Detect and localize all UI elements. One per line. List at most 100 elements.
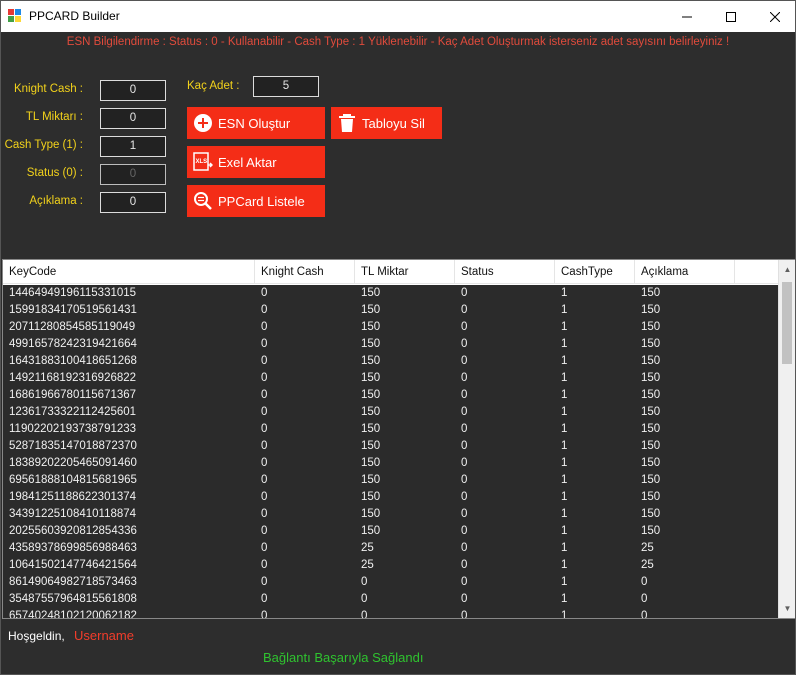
table-cell[interactable]: 1 bbox=[555, 319, 567, 336]
table-cell[interactable]: 1 bbox=[555, 404, 567, 421]
table-cell[interactable]: 1 bbox=[555, 353, 567, 370]
table-cell[interactable]: 20711280854585119049 bbox=[3, 319, 135, 336]
table-cell[interactable]: 0 bbox=[455, 302, 467, 319]
table-cell[interactable]: 1 bbox=[555, 455, 567, 472]
table-cell[interactable]: 0 bbox=[455, 557, 467, 574]
table-cell[interactable]: 0 bbox=[255, 438, 267, 455]
table-cell[interactable]: 0 bbox=[455, 336, 467, 353]
table-row[interactable]: 15991834170519561431 0 150 0 1 150 bbox=[3, 302, 779, 319]
column-header-status[interactable]: Status bbox=[455, 260, 555, 284]
table-cell[interactable]: 150 bbox=[635, 506, 660, 523]
minimize-button[interactable] bbox=[664, 1, 710, 32]
table-cell[interactable]: 0 bbox=[255, 387, 267, 404]
table-cell[interactable]: 0 bbox=[255, 319, 267, 336]
table-cell[interactable]: 1 bbox=[555, 574, 567, 591]
knight-cash-field[interactable]: 0 bbox=[100, 80, 166, 101]
table-cell[interactable]: 0 bbox=[355, 574, 367, 591]
table-cell[interactable]: 150 bbox=[355, 319, 380, 336]
table-cell[interactable]: 150 bbox=[635, 523, 660, 540]
table-cell[interactable]: 150 bbox=[355, 302, 380, 319]
ppcard-listele-button[interactable]: PPCard Listele bbox=[187, 185, 325, 217]
table-cell[interactable]: 19841251188622301374 bbox=[3, 489, 136, 506]
table-cell[interactable]: 150 bbox=[635, 336, 660, 353]
table-row[interactable]: 10641502147746421564 0 25 0 1 25 bbox=[3, 557, 779, 574]
table-cell[interactable]: 150 bbox=[355, 404, 380, 421]
kac-adet-field[interactable]: 5 bbox=[253, 76, 319, 97]
table-cell[interactable]: 1 bbox=[555, 608, 567, 618]
table-cell[interactable]: 0 bbox=[255, 455, 267, 472]
table-row[interactable]: 11902202193738791233 0 150 0 1 150 bbox=[3, 421, 779, 438]
table-cell[interactable]: 150 bbox=[355, 489, 380, 506]
table-cell[interactable]: 150 bbox=[355, 455, 380, 472]
table-cell[interactable]: 0 bbox=[635, 591, 647, 608]
close-button[interactable] bbox=[752, 1, 795, 32]
table-cell[interactable]: 150 bbox=[635, 455, 660, 472]
table-row[interactable]: 14464949196115331015 0 150 0 1 150 bbox=[3, 285, 779, 302]
table-row[interactable]: 43589378699856988463 0 25 0 1 25 bbox=[3, 540, 779, 557]
table-cell[interactable]: 25 bbox=[635, 540, 654, 557]
cash-type-field[interactable]: 1 bbox=[100, 136, 166, 157]
grid-vertical-scrollbar[interactable]: ▲ ▼ bbox=[778, 260, 795, 618]
table-cell[interactable]: 150 bbox=[635, 472, 660, 489]
table-cell[interactable]: 1 bbox=[555, 336, 567, 353]
table-row[interactable]: 19841251188622301374 0 150 0 1 150 bbox=[3, 489, 779, 506]
table-cell[interactable]: 0 bbox=[455, 438, 467, 455]
table-cell[interactable]: 150 bbox=[635, 370, 660, 387]
table-cell[interactable]: 16861966780115671367 bbox=[3, 387, 136, 404]
table-cell[interactable]: 0 bbox=[255, 472, 267, 489]
table-cell[interactable]: 150 bbox=[355, 387, 380, 404]
table-cell[interactable]: 0 bbox=[455, 506, 467, 523]
table-row[interactable]: 20255603920812854336 0 150 0 1 150 bbox=[3, 523, 779, 540]
table-cell[interactable]: 150 bbox=[355, 523, 380, 540]
table-row[interactable]: 16431883100418651268 0 150 0 1 150 bbox=[3, 353, 779, 370]
table-cell[interactable]: 35487557964815561808 bbox=[3, 591, 137, 608]
table-row[interactable]: 12361733322112425601 0 150 0 1 150 bbox=[3, 404, 779, 421]
table-cell[interactable]: 0 bbox=[255, 540, 267, 557]
table-row[interactable]: 86149064982718573463 0 0 0 1 0 bbox=[3, 574, 779, 591]
title-bar[interactable]: PPCARD Builder bbox=[1, 1, 795, 32]
scroll-down-arrow-icon[interactable]: ▼ bbox=[779, 600, 795, 617]
table-cell[interactable]: 0 bbox=[255, 506, 267, 523]
table-cell[interactable]: 16431883100418651268 bbox=[3, 353, 137, 370]
table-cell[interactable]: 150 bbox=[635, 387, 660, 404]
table-cell[interactable]: 0 bbox=[355, 591, 367, 608]
column-header-aciklama[interactable]: Açıklama bbox=[635, 260, 735, 284]
table-cell[interactable]: 49916578242319421664 bbox=[3, 336, 137, 353]
table-cell[interactable]: 0 bbox=[455, 540, 467, 557]
table-cell[interactable]: 0 bbox=[455, 523, 467, 540]
column-header-keycode[interactable]: KeyCode bbox=[3, 260, 255, 284]
table-cell[interactable]: 1 bbox=[555, 472, 567, 489]
table-cell[interactable]: 0 bbox=[255, 574, 267, 591]
table-cell[interactable]: 43589378699856988463 bbox=[3, 540, 137, 557]
table-cell[interactable]: 1 bbox=[555, 523, 567, 540]
table-cell[interactable]: 0 bbox=[455, 319, 467, 336]
table-cell[interactable]: 0 bbox=[455, 285, 467, 302]
table-cell[interactable]: 0 bbox=[635, 574, 647, 591]
table-cell[interactable]: 65740248102120062182 bbox=[3, 608, 137, 618]
table-row[interactable]: 35487557964815561808 0 0 0 1 0 bbox=[3, 591, 779, 608]
table-cell[interactable]: 25 bbox=[355, 557, 374, 574]
table-cell[interactable]: 0 bbox=[455, 591, 467, 608]
table-cell[interactable]: 1 bbox=[555, 506, 567, 523]
table-cell[interactable]: 12361733322112425601 bbox=[3, 404, 136, 421]
column-header-cashtype[interactable]: CashType bbox=[555, 260, 635, 284]
table-cell[interactable]: 10641502147746421564 bbox=[3, 557, 137, 574]
table-cell[interactable]: 14464949196115331015 bbox=[3, 285, 136, 302]
table-cell[interactable]: 1 bbox=[555, 387, 567, 404]
column-header-knight-cash[interactable]: Knight Cash bbox=[255, 260, 355, 284]
table-row[interactable]: 69561888104815681965 0 150 0 1 150 bbox=[3, 472, 779, 489]
table-cell[interactable]: 150 bbox=[635, 489, 660, 506]
tl-miktari-field[interactable]: 0 bbox=[100, 108, 166, 129]
table-cell[interactable]: 0 bbox=[455, 370, 467, 387]
table-cell[interactable]: 0 bbox=[455, 404, 467, 421]
table-cell[interactable]: 0 bbox=[455, 353, 467, 370]
scroll-up-arrow-icon[interactable]: ▲ bbox=[779, 261, 795, 278]
table-cell[interactable]: 150 bbox=[355, 336, 380, 353]
table-cell[interactable]: 0 bbox=[455, 574, 467, 591]
table-cell[interactable]: 15991834170519561431 bbox=[3, 302, 137, 319]
table-row[interactable]: 20711280854585119049 0 150 0 1 150 bbox=[3, 319, 779, 336]
table-cell[interactable]: 18389202205465091460 bbox=[3, 455, 137, 472]
table-cell[interactable]: 0 bbox=[255, 523, 267, 540]
table-cell[interactable]: 0 bbox=[255, 421, 267, 438]
table-cell[interactable]: 69561888104815681965 bbox=[3, 472, 137, 489]
